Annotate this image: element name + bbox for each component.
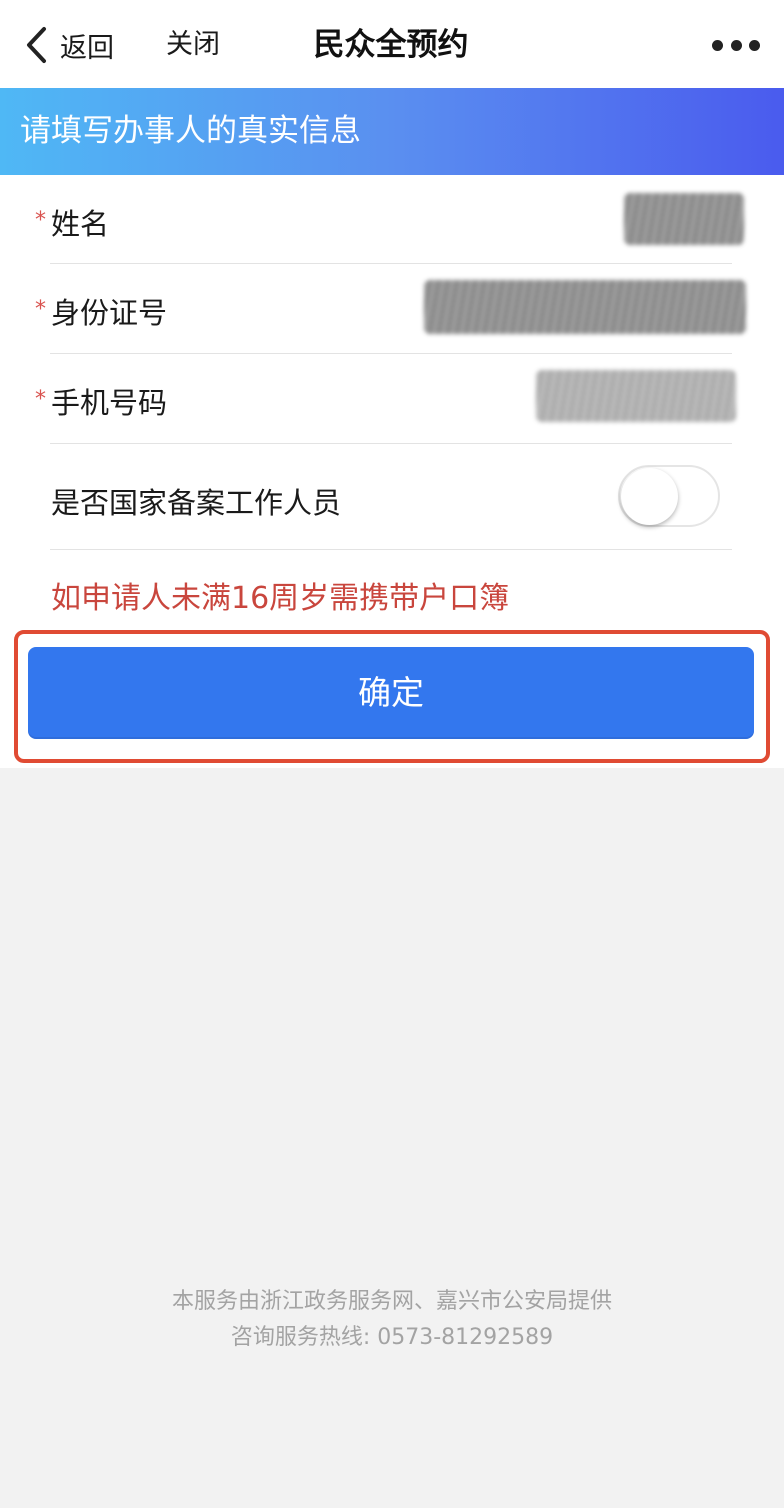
page-title: 民众全预约 — [313, 27, 469, 63]
id-number-value-redacted — [424, 280, 746, 334]
name-field-row[interactable]: * 姓名 — [0, 175, 784, 264]
age-notice: 如申请人未满16周岁需携带户口簿 — [51, 581, 510, 616]
navigation-bar: 返回 关闭 民众全预约 — [0, 0, 784, 88]
phone-label: 手机号码 — [51, 386, 168, 420]
confirm-button[interactable]: 确定 — [28, 647, 754, 739]
more-dots-icon — [730, 39, 742, 51]
id-number-field-row[interactable]: * 身份证号 — [0, 264, 784, 354]
id-number-label: 身份证号 — [51, 296, 168, 330]
more-dots-icon — [712, 39, 723, 51]
more-options-button[interactable] — [712, 30, 760, 60]
footer: 本服务由浙江政务服务网、嘉兴市公安局提供 咨询服务热线: 0573-812925… — [0, 1284, 784, 1356]
footer-provider-text: 本服务由浙江政务服务网、嘉兴市公安局提供 — [171, 1289, 612, 1314]
toggle-knob — [621, 468, 678, 525]
phone-value-redacted — [536, 370, 736, 422]
national-staff-label: 是否国家备案工作人员 — [51, 486, 342, 520]
required-mark: * — [35, 208, 46, 233]
required-mark: * — [35, 297, 46, 322]
footer-hotline-text: 咨询服务热线: 0573-81292589 — [230, 1325, 554, 1350]
close-button[interactable]: 关闭 — [166, 22, 220, 68]
required-mark: * — [35, 387, 46, 412]
banner-text: 请填写办事人的真实信息 — [20, 113, 361, 149]
name-label: 姓名 — [51, 207, 110, 241]
info-banner: 请填写办事人的真实信息 — [0, 88, 784, 175]
phone-field-row[interactable]: * 手机号码 — [0, 354, 784, 443]
national-staff-toggle[interactable] — [618, 465, 720, 527]
divider — [50, 549, 732, 550]
back-button[interactable]: 返回 — [24, 22, 114, 68]
chevron-left-icon — [27, 27, 46, 63]
back-label: 返回 — [60, 32, 114, 64]
more-dots-icon — [749, 39, 760, 51]
name-value-redacted — [624, 193, 744, 245]
applicant-form: * 姓名 * 身份证号 * 手机号码 是否国家备案工作人员 如申请人未满16周岁… — [0, 175, 784, 768]
